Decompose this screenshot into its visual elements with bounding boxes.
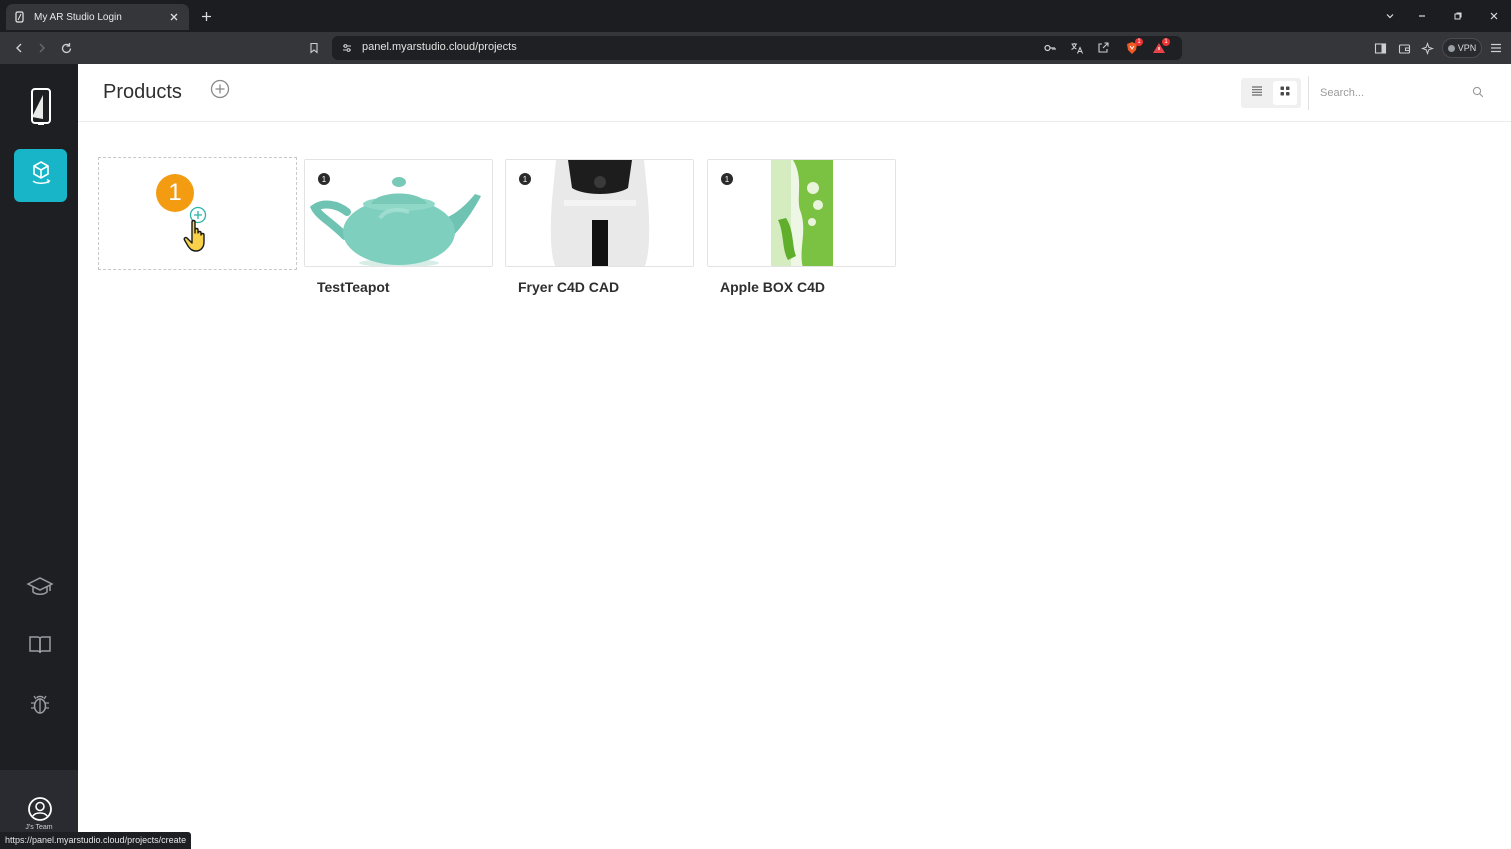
site-settings-icon[interactable] — [340, 41, 354, 55]
share-icon[interactable] — [1096, 41, 1110, 55]
new-tab-icon[interactable] — [198, 8, 214, 24]
grid-icon — [1279, 84, 1291, 102]
list-icon — [1251, 84, 1263, 102]
product-title[interactable]: Fryer C4D CAD — [518, 279, 619, 295]
product-count-badge: 1 — [318, 173, 330, 185]
search-icon[interactable] — [1471, 85, 1485, 99]
sidebar-item-academy[interactable] — [25, 574, 55, 604]
app-sidebar: J's Team — [0, 64, 78, 849]
product-card[interactable]: 1 — [505, 159, 694, 267]
cube-ar-icon — [30, 159, 52, 192]
bug-icon — [29, 692, 51, 721]
vpn-label: VPN — [1457, 43, 1477, 53]
apple-box-thumbnail — [708, 160, 895, 266]
close-window-icon[interactable] — [1486, 8, 1502, 24]
bookmark-icon[interactable] — [306, 40, 322, 56]
minimize-icon[interactable] — [1414, 8, 1430, 24]
user-avatar-icon — [27, 796, 53, 822]
site-favicon-icon — [14, 11, 26, 23]
restore-icon[interactable] — [1450, 8, 1466, 24]
sidebar-item-docs[interactable] — [25, 632, 55, 662]
product-title[interactable]: TestTeapot — [317, 279, 390, 295]
status-bar-url: https://panel.myarstudio.cloud/projects/… — [0, 832, 192, 849]
phone-logo-icon[interactable] — [24, 86, 58, 128]
grid-view-button[interactable] — [1273, 81, 1297, 105]
teapot-thumbnail — [305, 160, 492, 266]
tab-search-chevron-icon[interactable] — [1382, 8, 1398, 24]
tab-title: My AR Studio Login — [34, 11, 122, 23]
reload-icon[interactable] — [58, 40, 74, 56]
view-toggle — [1241, 78, 1301, 108]
page-header: Products — [78, 64, 1511, 122]
alert-count-badge: 1 — [1162, 38, 1170, 46]
back-arrow-icon[interactable] — [11, 40, 27, 56]
translate-icon[interactable] — [1070, 41, 1084, 55]
plus-circle-icon — [210, 79, 230, 104]
graduation-cap-icon — [26, 576, 54, 603]
menu-hamburger-icon[interactable] — [1488, 40, 1504, 56]
wallet-icon[interactable] — [1396, 40, 1412, 56]
browser-tab-bar: My AR Studio Login — [0, 0, 1511, 32]
sidebar-toggle-icon[interactable] — [1372, 40, 1388, 56]
leo-ai-icon[interactable] — [1419, 40, 1435, 56]
search-input[interactable] — [1320, 82, 1490, 104]
vpn-status-icon — [1447, 44, 1455, 52]
team-label: J's Team — [25, 824, 53, 831]
product-count-badge: 1 — [721, 173, 733, 185]
add-product-button[interactable] — [210, 79, 230, 104]
page-title: Products — [103, 81, 182, 103]
create-product-card[interactable]: 1 — [98, 157, 297, 270]
list-view-button[interactable] — [1245, 81, 1269, 105]
product-card[interactable]: 1 — [304, 159, 493, 267]
address-bar[interactable]: panel.myarstudio.cloud/projects 1 1 — [332, 36, 1182, 60]
browser-toolbar: panel.myarstudio.cloud/projects 1 1 VPN — [0, 32, 1511, 64]
product-count-badge: 1 — [519, 173, 531, 185]
url-text: panel.myarstudio.cloud/projects — [362, 41, 517, 53]
shield-count-badge: 1 — [1135, 38, 1143, 46]
vpn-button[interactable]: VPN — [1442, 38, 1482, 58]
brave-rewards-icon[interactable]: 1 — [1152, 38, 1170, 55]
browser-tab[interactable]: My AR Studio Login — [6, 4, 189, 30]
hand-cursor-icon — [183, 219, 205, 252]
sidebar-item-products[interactable] — [14, 149, 67, 202]
fryer-thumbnail — [506, 160, 693, 266]
password-key-icon[interactable] — [1043, 41, 1057, 55]
product-title[interactable]: Apple BOX C4D — [720, 279, 825, 295]
forward-arrow-icon[interactable] — [34, 40, 50, 56]
header-divider — [1308, 76, 1309, 110]
sidebar-item-report-bug[interactable] — [25, 691, 55, 721]
tab-close-icon[interactable] — [167, 10, 181, 24]
brave-shield-icon[interactable]: 1 — [1125, 38, 1143, 55]
book-icon — [28, 634, 52, 661]
product-card[interactable]: 1 — [707, 159, 896, 267]
